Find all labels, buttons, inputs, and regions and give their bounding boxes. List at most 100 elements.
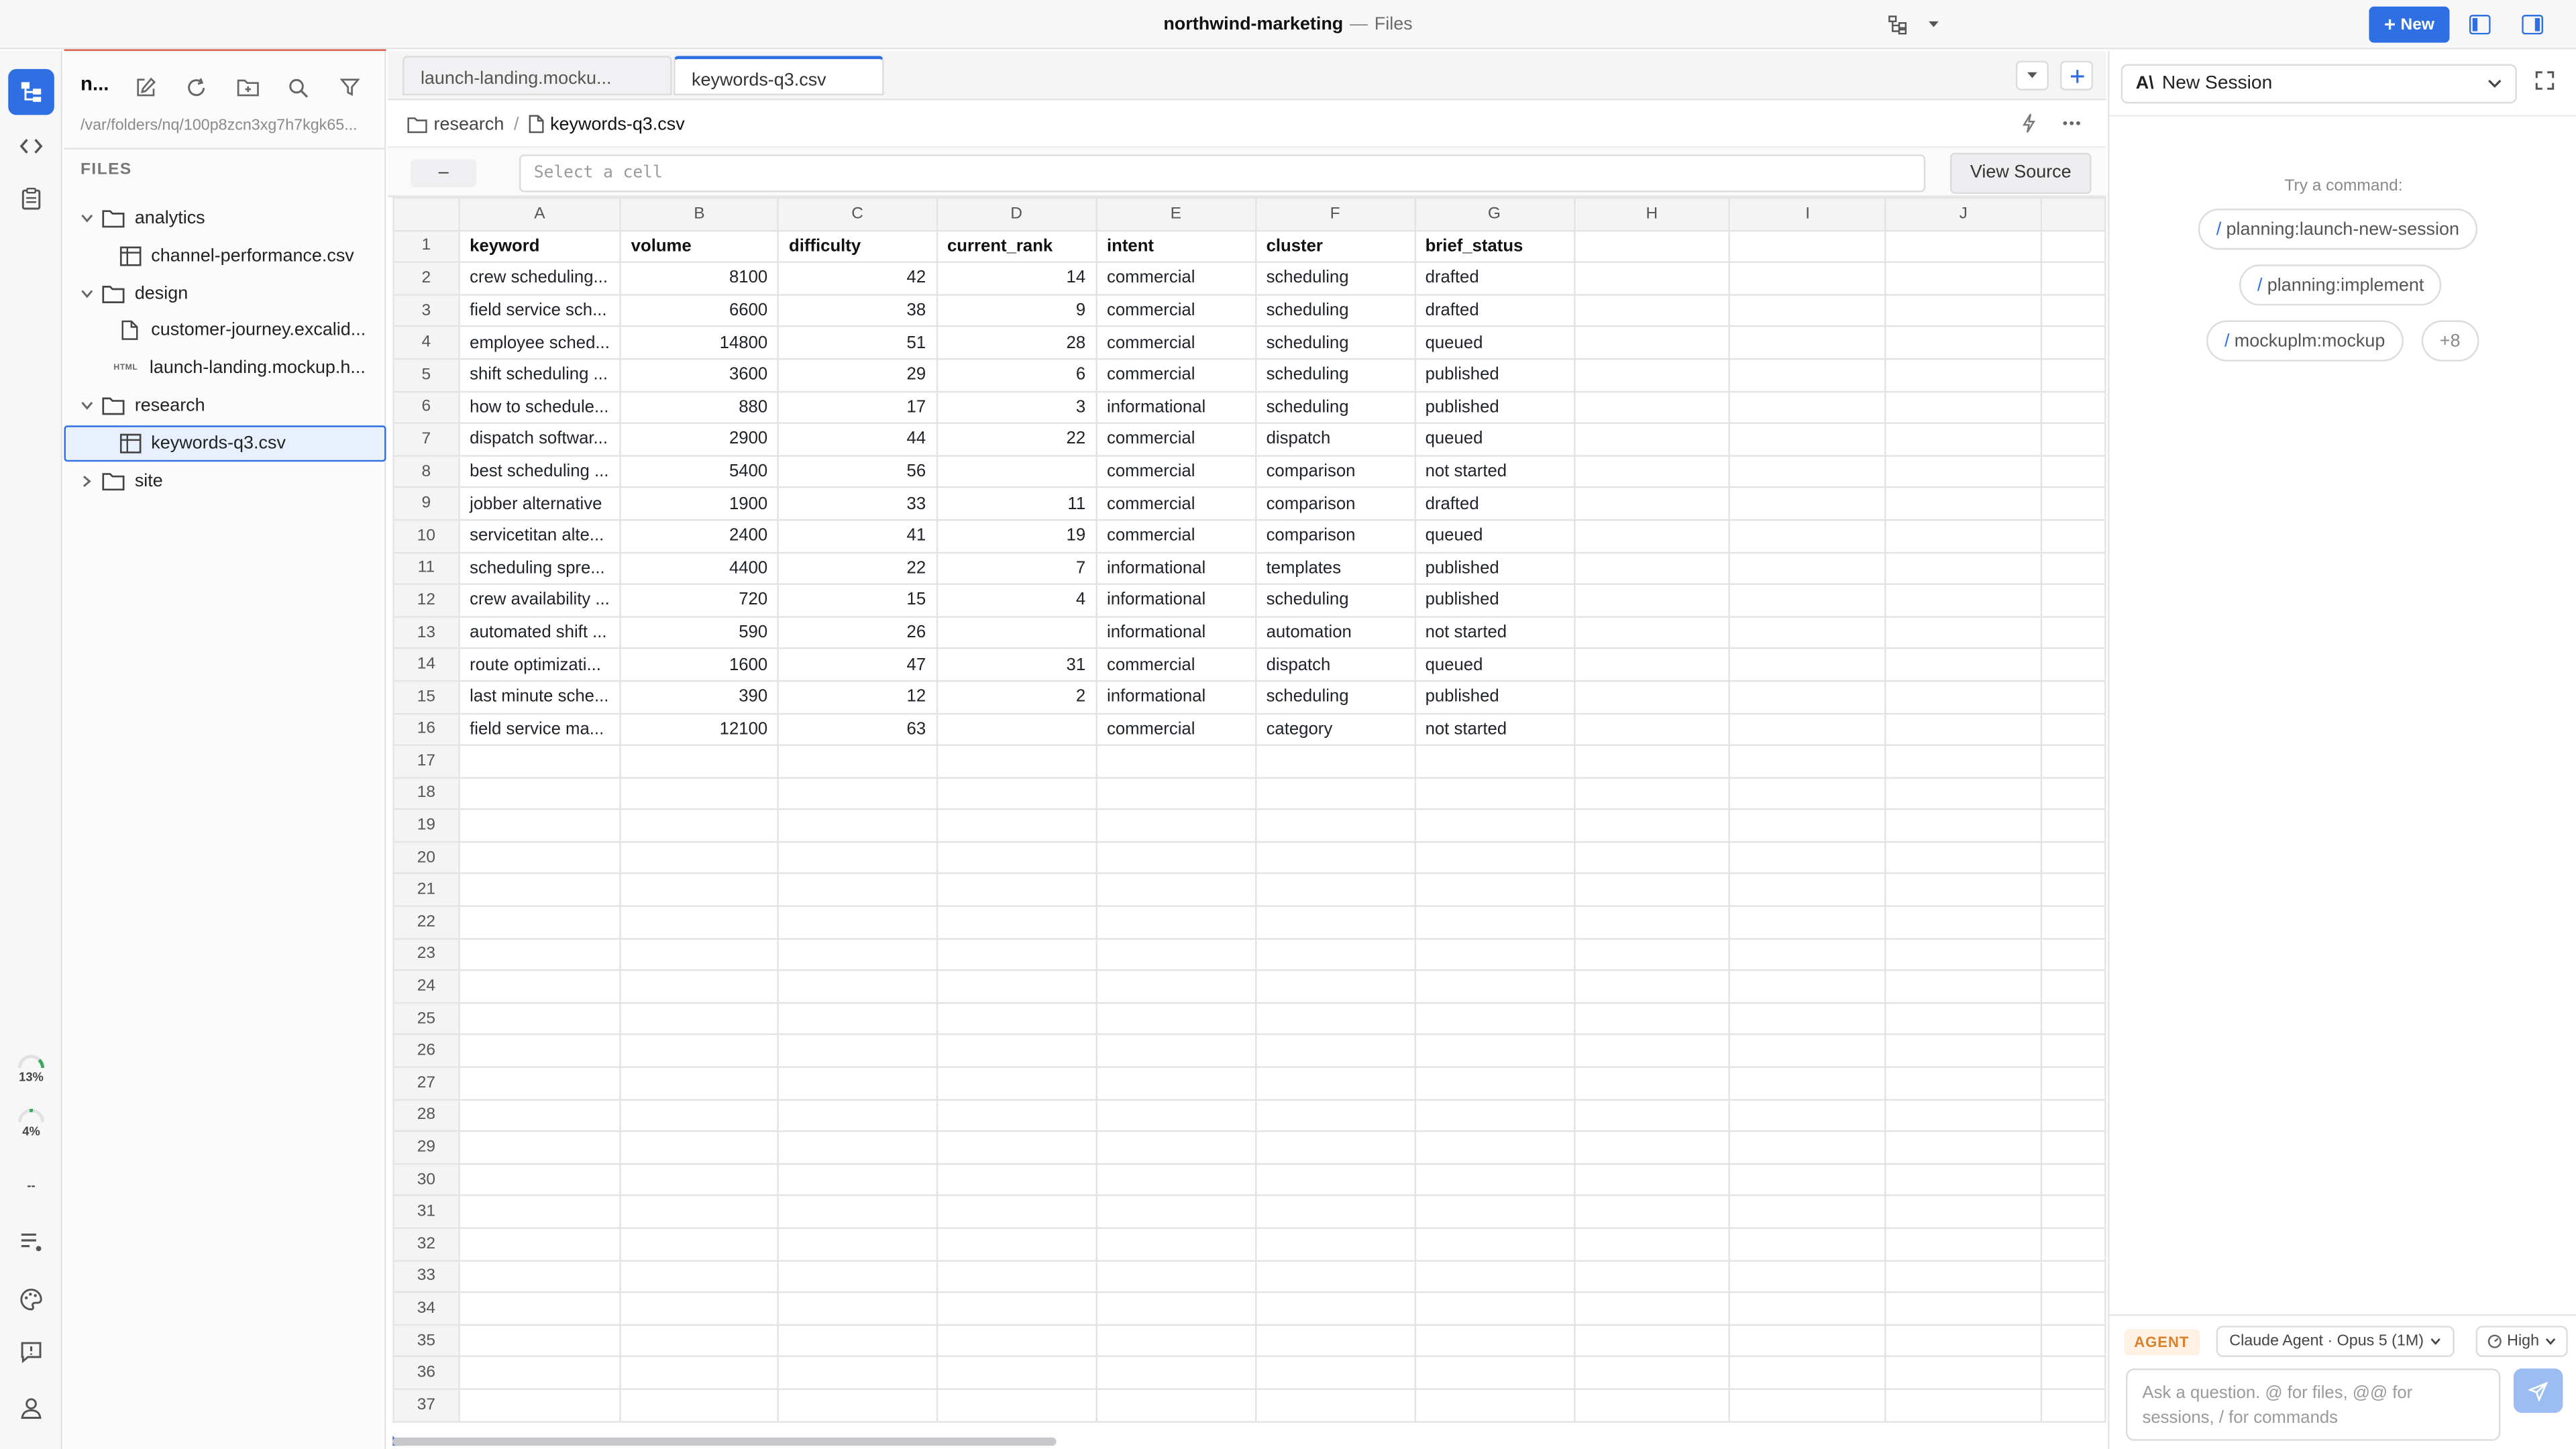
cell[interactable] (1095, 1195, 1256, 1229)
cell[interactable] (1884, 905, 2043, 939)
cell[interactable] (458, 1066, 621, 1100)
cell[interactable] (2040, 969, 2106, 1004)
cell[interactable] (619, 1291, 780, 1326)
cell[interactable]: 12100 (619, 712, 780, 747)
cell[interactable] (1413, 1066, 1575, 1100)
command-chip-mockup[interactable]: / mockuplm:mockup (2206, 320, 2404, 362)
cell[interactable]: not started (1413, 712, 1575, 747)
cell[interactable] (1572, 1324, 1731, 1358)
cell[interactable] (2040, 486, 2106, 521)
cell[interactable] (1884, 261, 2043, 296)
cell[interactable] (1413, 1259, 1575, 1293)
search-icon[interactable] (282, 74, 314, 100)
new-button[interactable]: + New (2369, 6, 2450, 43)
cell[interactable] (1729, 551, 1886, 586)
cell[interactable]: drafted (1413, 486, 1575, 521)
cell[interactable]: drafted (1413, 261, 1575, 296)
cell[interactable] (1884, 325, 2043, 360)
cell[interactable] (777, 905, 938, 939)
cell[interactable] (1572, 1163, 1731, 1197)
cell[interactable] (1729, 261, 1886, 296)
cell[interactable] (1884, 1291, 2043, 1326)
cell[interactable] (1572, 776, 1731, 811)
cell[interactable] (1095, 776, 1256, 811)
cell[interactable] (1884, 551, 2043, 586)
cell[interactable]: 880 (619, 390, 780, 425)
cell[interactable] (619, 841, 780, 875)
select-all-corner[interactable] (392, 197, 460, 231)
cell[interactable] (1095, 808, 1256, 843)
cell[interactable] (1884, 1066, 2043, 1100)
cell[interactable] (1095, 1259, 1256, 1293)
column-header[interactable]: C (777, 197, 938, 231)
cell[interactable] (935, 1002, 1097, 1036)
cell[interactable] (1884, 1227, 2043, 1261)
cell[interactable] (1729, 937, 1886, 971)
cell[interactable]: commercial (1095, 325, 1256, 360)
cell[interactable] (935, 1259, 1097, 1293)
cell[interactable] (1413, 1195, 1575, 1229)
column-header[interactable]: A (458, 197, 621, 231)
row-number[interactable]: 12 (392, 583, 460, 618)
cell[interactable] (1729, 1034, 1886, 1068)
cell[interactable] (1254, 1163, 1415, 1197)
cell[interactable]: informational (1095, 390, 1256, 425)
cell[interactable] (1572, 744, 1731, 779)
row-number[interactable]: 25 (392, 1002, 460, 1036)
cell[interactable]: commercial (1095, 647, 1256, 682)
cell[interactable] (935, 1291, 1097, 1326)
tasks-list-icon[interactable] (8, 1219, 54, 1265)
files-view-icon[interactable] (8, 68, 54, 115)
cell[interactable] (777, 1227, 938, 1261)
cell[interactable] (1572, 841, 1731, 875)
cell[interactable] (935, 454, 1097, 489)
cell[interactable] (1729, 680, 1886, 714)
cell[interactable]: 720 (619, 583, 780, 618)
cell[interactable]: 9 (935, 293, 1097, 328)
cell[interactable]: 7 (935, 551, 1097, 586)
chevron-down-icon[interactable] (77, 284, 97, 303)
cell[interactable]: 6600 (619, 293, 780, 328)
cell[interactable] (777, 1388, 938, 1422)
cell[interactable] (1095, 1388, 1256, 1422)
cell[interactable] (1572, 1066, 1731, 1100)
cell[interactable]: crew scheduling... (458, 261, 621, 296)
cell[interactable] (1413, 1324, 1575, 1358)
cell[interactable] (458, 841, 621, 875)
cell[interactable] (619, 1259, 780, 1293)
expand-icon[interactable] (2535, 70, 2555, 95)
cell[interactable] (935, 1356, 1097, 1390)
cell[interactable]: category (1254, 712, 1415, 747)
cell[interactable]: 6 (935, 358, 1097, 392)
cell[interactable] (2040, 712, 2106, 747)
cell[interactable] (1572, 712, 1731, 747)
cell[interactable] (1884, 422, 2043, 457)
cell[interactable] (1413, 1098, 1575, 1132)
cell[interactable] (1884, 615, 2043, 650)
cell[interactable] (1572, 1098, 1731, 1132)
cell[interactable]: scheduling (1254, 358, 1415, 392)
cell[interactable] (1254, 1130, 1415, 1165)
tree-folder-design[interactable]: design (64, 275, 386, 311)
cell[interactable] (1884, 1130, 2043, 1165)
cell[interactable]: 22 (777, 551, 938, 586)
cell[interactable] (2040, 519, 2106, 553)
cell[interactable] (1254, 969, 1415, 1004)
cell[interactable] (1413, 1227, 1575, 1261)
row-number[interactable]: 36 (392, 1356, 460, 1390)
cell[interactable]: informational (1095, 615, 1256, 650)
cell[interactable] (458, 1163, 621, 1197)
row-number[interactable]: 17 (392, 744, 460, 779)
column-header[interactable]: J (1884, 197, 2043, 231)
cell[interactable] (2040, 1324, 2106, 1358)
cell[interactable] (458, 776, 621, 811)
cell[interactable] (777, 1291, 938, 1326)
cell[interactable] (1729, 229, 1886, 264)
cell[interactable]: 2 (935, 680, 1097, 714)
cell[interactable]: current_rank (935, 229, 1097, 264)
cell[interactable] (1729, 583, 1886, 618)
cell[interactable]: published (1413, 551, 1575, 586)
cell[interactable] (2040, 744, 2106, 779)
column-header[interactable]: E (1095, 197, 1256, 231)
cell[interactable]: field service sch... (458, 293, 621, 328)
